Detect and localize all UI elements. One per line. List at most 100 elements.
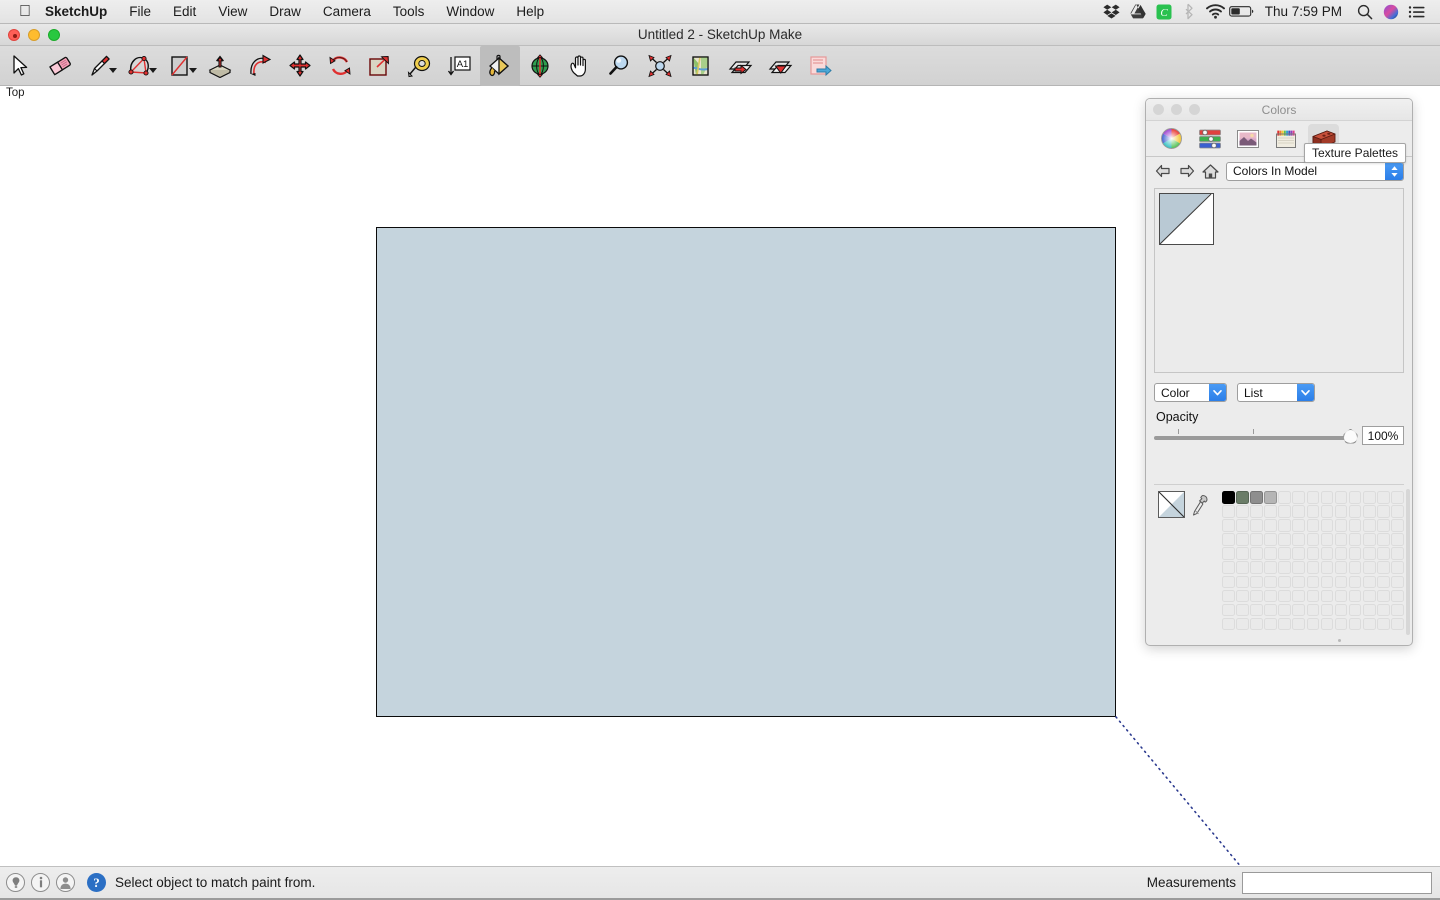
color-swatch-cell[interactable] xyxy=(1250,547,1263,560)
color-swatch-cell[interactable] xyxy=(1250,505,1263,518)
colors-in-model-list[interactable] xyxy=(1154,188,1404,373)
colors-in-model-swatch[interactable] xyxy=(1159,193,1214,245)
paint-bucket-tool[interactable] xyxy=(480,45,520,86)
menu-file[interactable]: File xyxy=(118,0,162,24)
color-swatch-cell[interactable] xyxy=(1264,519,1277,532)
color-swatch-cell[interactable] xyxy=(1348,491,1362,504)
color-swatch-cell[interactable] xyxy=(1391,575,1404,589)
color-swatch-cell[interactable] xyxy=(1264,589,1277,603)
color-swatch-cell[interactable] xyxy=(1306,519,1320,532)
color-swatch-cell[interactable] xyxy=(1222,519,1235,532)
color-swatch-cell[interactable] xyxy=(1348,575,1362,589)
zoom-button[interactable] xyxy=(48,28,60,41)
color-swatch-cell[interactable] xyxy=(1320,519,1334,532)
color-swatch-cell[interactable] xyxy=(1320,603,1334,617)
color-swatch-cell[interactable] xyxy=(1348,603,1362,617)
color-swatch-cell[interactable] xyxy=(1222,603,1235,617)
collection-select-stepper-icon[interactable] xyxy=(1385,162,1403,180)
share-model-tool[interactable] xyxy=(800,46,840,86)
color-swatch-cell[interactable] xyxy=(1348,617,1362,631)
color-swatch-cell[interactable] xyxy=(1320,547,1334,560)
color-swatch-cell[interactable] xyxy=(1306,547,1320,560)
siri-icon[interactable] xyxy=(1378,0,1404,24)
color-swatch-cell[interactable] xyxy=(1334,561,1348,575)
color-swatch-cell[interactable] xyxy=(1236,575,1249,589)
wifi-icon[interactable] xyxy=(1203,0,1229,24)
menu-sketchup[interactable]: SketchUp xyxy=(34,0,118,24)
color-swatch-cell[interactable] xyxy=(1264,491,1277,504)
color-swatch-cell[interactable] xyxy=(1391,491,1404,504)
swatch-grid-scrollbar[interactable] xyxy=(1406,489,1410,635)
color-swatch-cell[interactable] xyxy=(1348,505,1362,518)
previous-scene-tool[interactable] xyxy=(720,46,760,86)
color-swatch-cell[interactable] xyxy=(1222,547,1235,560)
text-tool[interactable]: A1 xyxy=(440,46,480,86)
home-icon[interactable] xyxy=(1202,163,1219,180)
color-swatch-cell[interactable] xyxy=(1292,505,1306,518)
color-swatch-cell[interactable] xyxy=(1391,505,1404,518)
menu-tools[interactable]: Tools xyxy=(382,0,436,24)
color-swatch-cell[interactable] xyxy=(1306,589,1320,603)
color-swatch-cell[interactable] xyxy=(1377,519,1390,532)
color-swatch-cell[interactable] xyxy=(1222,505,1235,518)
close-button[interactable] xyxy=(8,28,20,41)
image-palettes-tab[interactable] xyxy=(1232,124,1263,154)
color-swatch-cell[interactable] xyxy=(1320,561,1334,575)
rotate-tool[interactable] xyxy=(320,46,360,86)
arc-tool-dropdown-caret[interactable] xyxy=(149,67,157,73)
color-swatch-cell[interactable] xyxy=(1278,491,1291,504)
color-swatch-cell[interactable] xyxy=(1391,603,1404,617)
menu-window[interactable]: Window xyxy=(435,0,505,24)
color-swatch-cell[interactable] xyxy=(1362,547,1376,560)
eyedropper-icon[interactable] xyxy=(1192,494,1209,521)
grid-resize-dot[interactable] xyxy=(1338,638,1341,642)
color-swatch-cell[interactable] xyxy=(1334,589,1348,603)
rectangle-tool[interactable] xyxy=(160,46,200,86)
color-swatch-cell[interactable] xyxy=(1222,617,1235,631)
color-swatch-cell[interactable] xyxy=(1250,519,1263,532)
color-swatch-cell[interactable] xyxy=(1334,603,1348,617)
info-icon[interactable] xyxy=(31,873,50,892)
menu-draw[interactable]: Draw xyxy=(258,0,312,24)
geo-location-icon[interactable] xyxy=(6,873,25,892)
color-swatch-cell[interactable] xyxy=(1236,491,1249,504)
collection-select[interactable]: Colors In Model xyxy=(1226,161,1404,181)
color-swatch-cell[interactable] xyxy=(1278,561,1291,575)
color-swatch-cell[interactable] xyxy=(1236,589,1249,603)
opacity-slider-knob[interactable] xyxy=(1343,428,1358,444)
color-swatch-cell[interactable] xyxy=(1292,533,1306,546)
color-swatch-cell[interactable] xyxy=(1236,533,1249,546)
color-swatch-cell[interactable] xyxy=(1362,617,1376,631)
color-swatch-cell[interactable] xyxy=(1334,505,1348,518)
color-swatch-cell[interactable] xyxy=(1391,589,1404,603)
color-swatch-cell[interactable] xyxy=(1278,533,1291,546)
color-swatch-cell[interactable] xyxy=(1236,617,1249,631)
color-swatch-cell[interactable] xyxy=(1362,519,1376,532)
pushpull-tool[interactable] xyxy=(200,46,240,86)
color-swatch-cell[interactable] xyxy=(1278,547,1291,560)
color-swatch-cell[interactable] xyxy=(1250,575,1263,589)
menu-view[interactable]: View xyxy=(207,0,258,24)
color-swatch-cell[interactable] xyxy=(1236,519,1249,532)
color-mode-select[interactable]: Color xyxy=(1154,383,1227,402)
color-swatch-cell[interactable] xyxy=(1250,603,1263,617)
select-tool[interactable] xyxy=(0,46,40,86)
zoom-extents-tool[interactable] xyxy=(640,46,680,86)
zoom-tool[interactable] xyxy=(600,46,640,86)
line-tool-dropdown-caret[interactable] xyxy=(109,67,117,73)
color-swatch-cell[interactable] xyxy=(1377,617,1390,631)
color-swatch-cell[interactable] xyxy=(1334,617,1348,631)
color-swatch-cell[interactable] xyxy=(1306,505,1320,518)
color-mode-caret-icon[interactable] xyxy=(1209,384,1226,401)
back-arrow-icon[interactable] xyxy=(1154,163,1171,180)
followme-tool[interactable] xyxy=(240,46,280,86)
color-swatch-cell[interactable] xyxy=(1391,533,1404,546)
color-swatch-cell[interactable] xyxy=(1292,547,1306,560)
color-swatch-cell[interactable] xyxy=(1222,533,1235,546)
color-swatch-cell[interactable] xyxy=(1306,561,1320,575)
list-mode-select[interactable]: List xyxy=(1237,383,1315,402)
color-swatch-cell[interactable] xyxy=(1250,617,1263,631)
forward-arrow-icon[interactable] xyxy=(1178,163,1195,180)
color-swatch-cell[interactable] xyxy=(1320,505,1334,518)
scale-tool[interactable] xyxy=(360,46,400,86)
